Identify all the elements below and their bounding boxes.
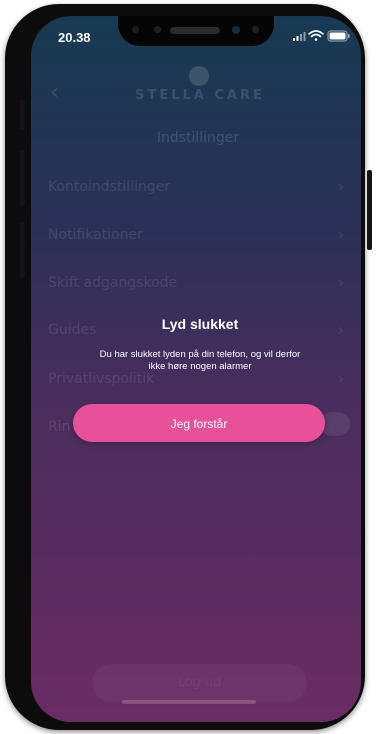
chevron-right-icon: › xyxy=(337,320,344,339)
modal-message: Du har slukket lyden på din telefon, og … xyxy=(75,349,325,373)
settings-row-notifications[interactable]: Notifikationer › xyxy=(48,225,348,249)
sensor-dot-right xyxy=(252,26,259,33)
speaker-grille xyxy=(170,27,220,34)
notch xyxy=(118,16,274,46)
battery-icon xyxy=(327,30,350,42)
settings-row-label: Guides xyxy=(48,322,97,338)
understand-button[interactable]: Jeg forstår xyxy=(73,404,325,442)
chevron-right-icon: › xyxy=(337,273,344,292)
side-button-volume-down xyxy=(20,222,25,278)
wifi-icon xyxy=(308,30,324,41)
modal-title: Lyd slukket xyxy=(161,316,239,332)
app-logo-text: STELLA CARE xyxy=(135,88,265,103)
sensor-dot xyxy=(154,26,161,33)
settings-row-change-password[interactable]: Skift adgangskode › xyxy=(48,273,348,297)
understand-button-label: Jeg forstår xyxy=(170,416,228,431)
logo-icon xyxy=(189,66,209,86)
front-camera xyxy=(232,26,240,34)
settings-row-label: Rin xyxy=(48,419,71,435)
chevron-right-icon: › xyxy=(337,369,344,388)
back-arrow-icon[interactable]: ‹ xyxy=(50,80,59,105)
chevron-right-icon: › xyxy=(337,225,344,244)
home-indicator[interactable] xyxy=(122,700,256,704)
page-title: Indstillinger xyxy=(156,130,240,146)
side-button-mute xyxy=(20,100,25,130)
settings-row-label: Privatlivspolitik xyxy=(48,371,155,387)
settings-row-label: Kontoindstillinger xyxy=(48,179,171,195)
side-button-volume-up xyxy=(20,150,25,206)
settings-row-account[interactable]: Kontoindstillinger › xyxy=(48,177,348,201)
modal-message-line: Du har slukket lyden på din telefon, og … xyxy=(99,349,301,360)
status-time: 20.38 xyxy=(58,30,91,45)
camera-dot xyxy=(132,26,139,33)
modal-message-line: ikke høre nogen alarmer xyxy=(148,361,252,372)
settings-row-label: Notifikationer xyxy=(48,227,143,243)
chevron-right-icon: › xyxy=(337,177,344,196)
signal-icon xyxy=(293,32,306,41)
status-icons xyxy=(293,30,350,42)
side-button-power xyxy=(367,170,372,250)
settings-row-label: Skift adgangskode xyxy=(48,275,178,291)
logout-button[interactable]: Log ud xyxy=(92,664,307,702)
logout-button-label: Log ud xyxy=(177,675,222,690)
